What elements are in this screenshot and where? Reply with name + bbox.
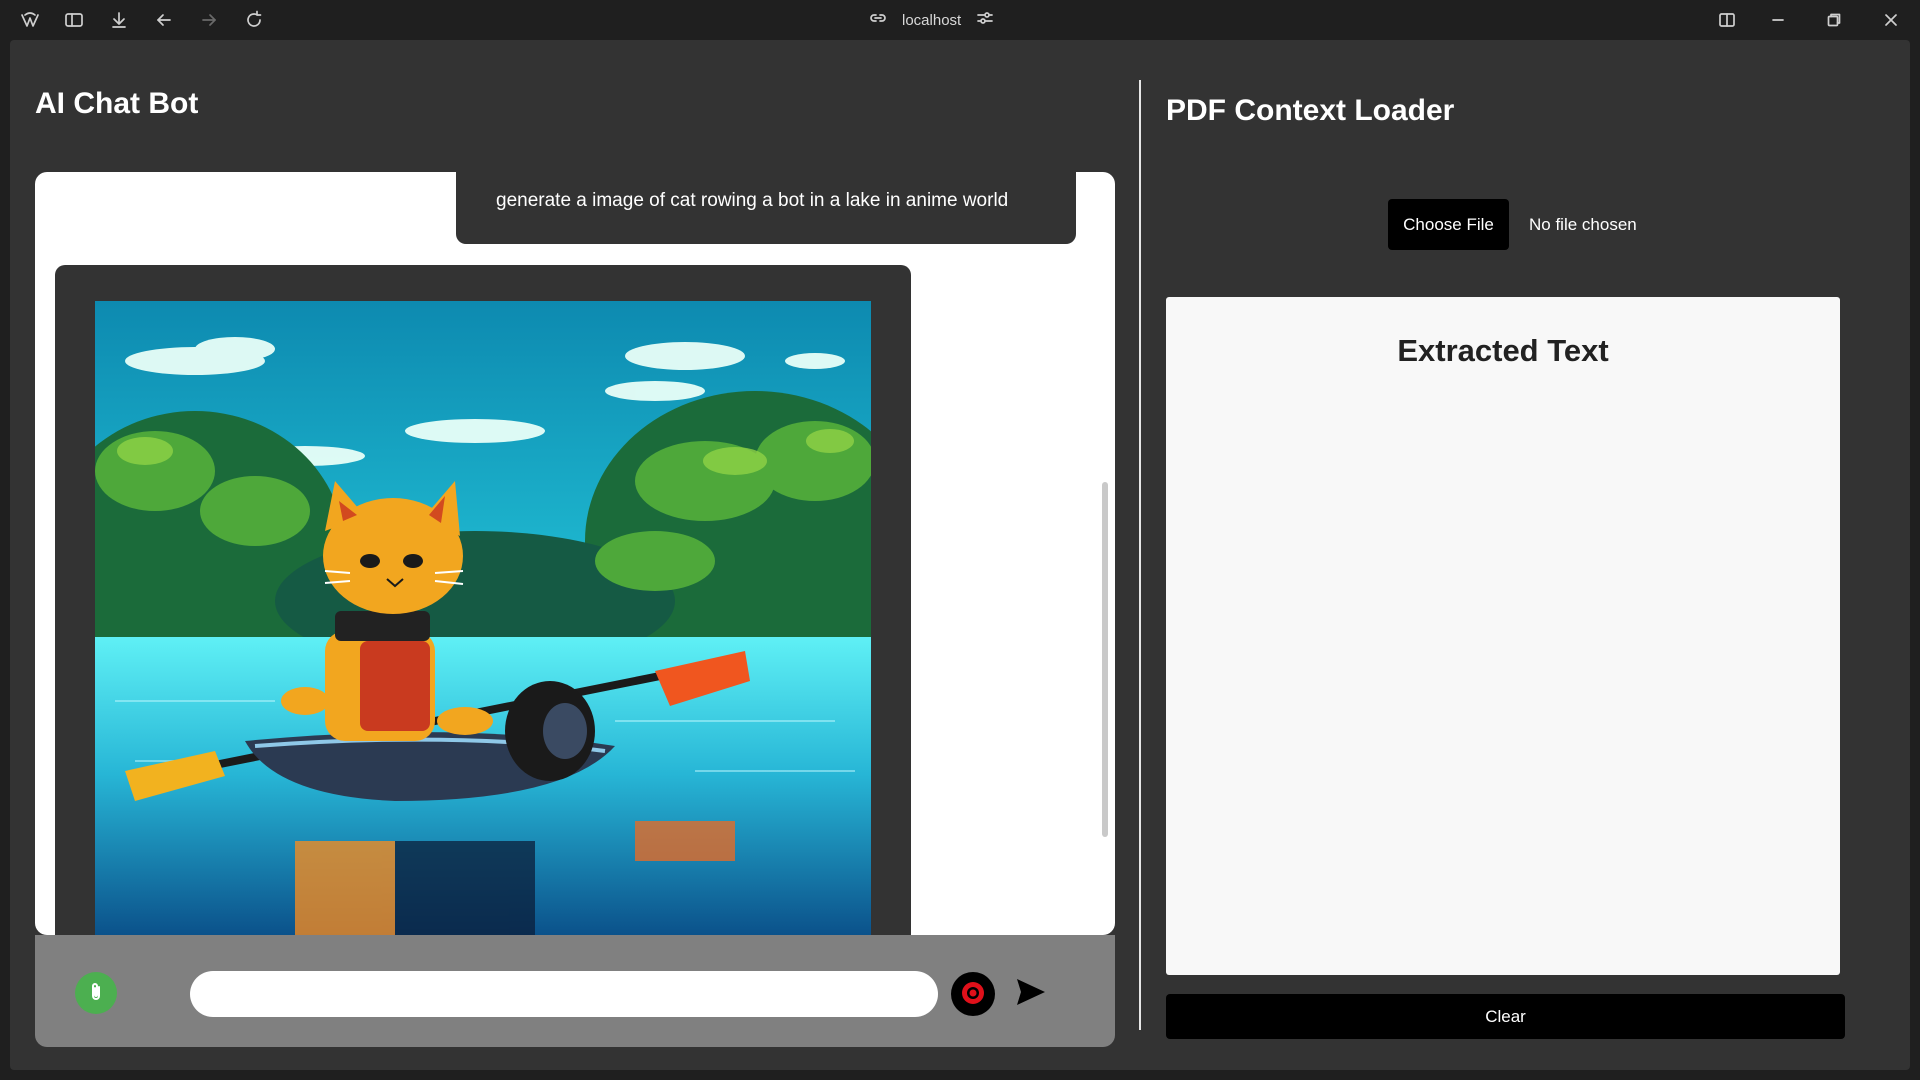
panel-divider [1139,80,1141,1030]
extracted-text-panel: Extracted Text [1166,297,1840,975]
chat-scrollbar[interactable] [1102,482,1108,837]
attach-button[interactable] [75,972,117,1014]
forward-icon [197,8,221,32]
back-icon[interactable] [152,8,176,32]
clear-button[interactable]: Clear [1166,994,1845,1039]
file-status-text: No file chosen [1529,215,1637,234]
record-icon [960,980,986,1009]
close-icon[interactable] [1879,8,1903,32]
download-icon[interactable] [107,8,131,32]
choose-file-button[interactable]: Choose File [1388,199,1509,250]
send-button[interactable] [1013,975,1049,1011]
pdf-loader-title: PDF Context Loader [1166,94,1455,127]
page: AI Chat Bot generate a image of cat rowi… [10,40,1910,1070]
chat-window[interactable]: generate a image of cat rowing a bot in … [35,172,1115,935]
send-icon [1015,977,1047,1010]
split-view-icon[interactable] [1715,8,1739,32]
bot-message [55,265,911,935]
sidebar-toggle-icon[interactable] [62,8,86,32]
restore-icon[interactable] [1822,8,1846,32]
link-icon [868,8,888,32]
chat-input-bar [35,935,1115,1047]
reload-icon[interactable] [242,8,266,32]
chat-title: AI Chat Bot [35,87,199,120]
app-logo-icon[interactable] [18,8,42,32]
message-input[interactable] [190,971,938,1017]
paperclip-icon [85,981,107,1006]
record-button[interactable] [951,972,995,1016]
browser-toolbar: localhost [0,0,1920,40]
address-bar[interactable]: localhost [868,8,995,32]
address-text[interactable]: localhost [902,12,961,29]
user-message: generate a image of cat rowing a bot in … [456,172,1076,244]
site-settings-icon[interactable] [975,8,995,32]
extracted-text-title: Extracted Text [1397,333,1609,368]
generated-image [95,301,871,935]
minimize-icon[interactable] [1766,8,1790,32]
